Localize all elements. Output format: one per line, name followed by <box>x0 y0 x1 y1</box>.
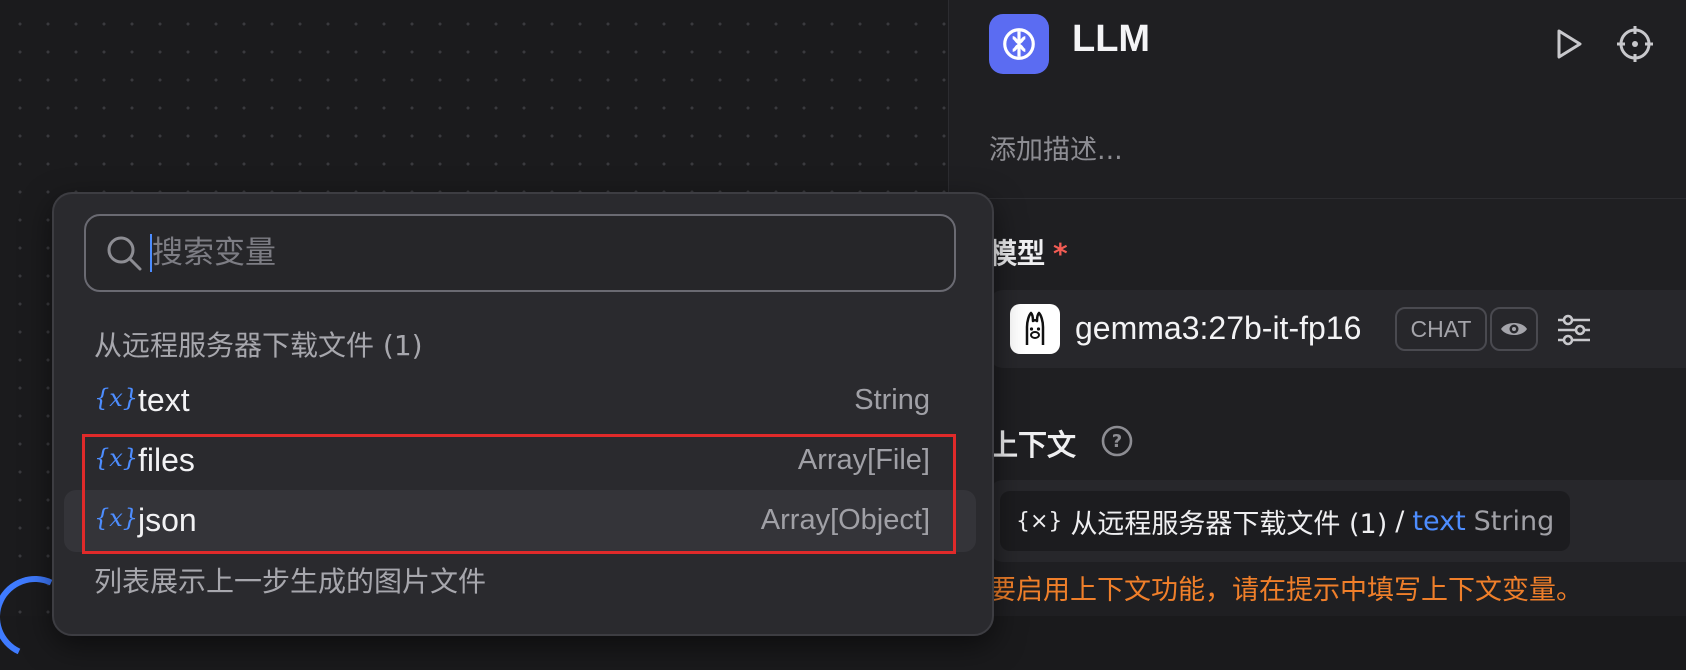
variable-icon: {x} <box>94 444 139 472</box>
context-warning: 要启用上下文功能，请在提示中填写上下文变量。 <box>989 575 1583 606</box>
chip-variable: text <box>1412 505 1466 537</box>
sliders-icon[interactable] <box>1554 310 1594 350</box>
chat-mode-badge: CHAT <box>1395 307 1487 351</box>
panel-divider <box>948 198 1686 199</box>
node-description-input[interactable]: 添加描述... <box>989 128 1123 167</box>
play-icon[interactable] <box>1548 24 1588 64</box>
variable-group-note: 列表展示上一步生成的图片文件 <box>94 565 487 598</box>
llama-logo-icon <box>1010 304 1060 354</box>
variable-name: files <box>138 442 195 478</box>
variable-search-input[interactable] <box>152 232 932 274</box>
chip-type: String <box>1473 505 1555 537</box>
context-variable-chip[interactable]: {×} 从远程服务器下载文件 (1) / text String <box>1000 491 1571 551</box>
svg-text:?: ? <box>1112 431 1122 452</box>
node-title[interactable]: LLM <box>1072 18 1150 61</box>
brain-icon <box>989 14 1049 74</box>
variable-name: json <box>138 502 197 538</box>
search-icon <box>107 236 142 271</box>
eye-icon <box>1490 307 1538 351</box>
variable-icon: {x} <box>94 384 139 412</box>
model-label: 模型 * <box>989 232 1068 272</box>
model-name[interactable]: gemma3:27b-it-fp16 <box>1075 310 1361 347</box>
model-label-text: 模型 <box>989 237 1046 270</box>
required-mark: * <box>1053 237 1068 270</box>
variable-name: text <box>138 382 190 418</box>
variable-icon: {×} <box>1016 508 1063 534</box>
variable-icon: {x} <box>94 504 139 532</box>
crosshair-icon[interactable] <box>1615 24 1655 64</box>
chip-source: 从远程服务器下载文件 (1) <box>1070 508 1388 540</box>
variable-group-title: 从远程服务器下载文件 (1) <box>94 329 423 362</box>
chip-separator: / <box>1395 505 1405 537</box>
context-label: 上下文 <box>989 428 1077 462</box>
variable-type: String <box>854 384 930 416</box>
variable-option-text[interactable] <box>64 370 976 432</box>
variable-type: Array[Object] <box>760 504 930 536</box>
variable-type: Array[File] <box>797 444 930 476</box>
help-circle-icon[interactable]: ? <box>1100 424 1134 458</box>
